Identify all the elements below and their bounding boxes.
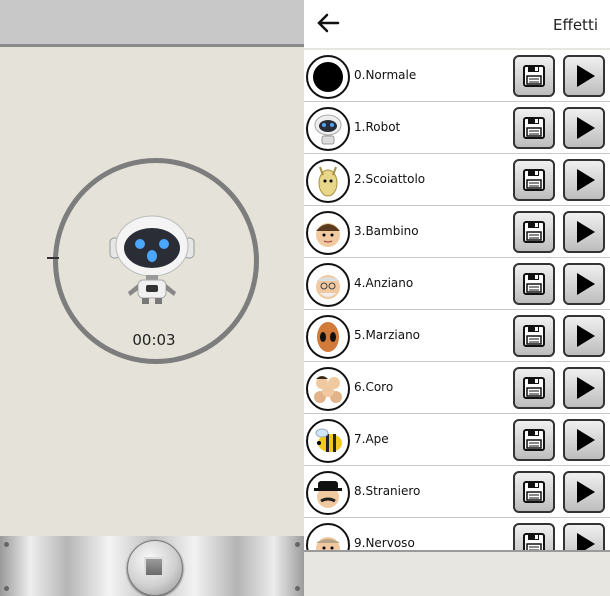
effect-row[interactable]: 7.Ape [304,414,610,466]
play-button[interactable] [563,107,605,149]
save-button[interactable] [513,107,555,149]
effect-row[interactable]: 2.Scoiattolo [304,154,610,206]
effects-header: Effetti [304,0,610,48]
play-button[interactable] [563,211,605,253]
effect-label: 5.Marziano [354,328,421,342]
stop-icon [144,557,164,577]
screw-icon [295,586,300,591]
alien-icon [306,315,350,359]
play-button[interactable] [563,263,605,305]
effect-row[interactable]: 0.Normale [304,50,610,102]
effect-row[interactable]: 1.Robot [304,102,610,154]
save-button[interactable] [513,315,555,357]
effect-label: 8.Straniero [354,484,421,498]
robot-icon [306,107,350,151]
save-button[interactable] [513,367,555,409]
screw-icon [4,542,9,547]
effects-title: Effetti [553,16,598,34]
nervous-icon [306,523,350,550]
effect-row[interactable]: 8.Straniero [304,466,610,518]
foreigner-icon [306,471,350,515]
ring-tick-mark [47,257,59,259]
recorder-top-bar [0,0,304,47]
play-button[interactable] [563,159,605,201]
screw-icon [295,542,300,547]
effects-panel: Effetti 0.Normale 1.Robot 2.Scoiattolo 3.Ba… [304,0,610,596]
save-button[interactable] [513,159,555,201]
effect-label: 2.Scoiattolo [354,172,426,186]
bee-icon [306,419,350,463]
play-button[interactable] [563,471,605,513]
stop-button[interactable] [127,540,183,596]
play-button[interactable] [563,523,605,550]
play-button[interactable] [563,315,605,357]
list-divider [304,550,610,552]
back-arrow-icon[interactable] [316,10,340,36]
old-man-icon [306,263,350,307]
squirrel-icon [306,159,350,203]
save-button[interactable] [513,263,555,305]
effect-label: 3.Bambino [354,224,419,238]
recording-timer: 00:03 [132,331,176,349]
normal-dot-icon [306,55,350,99]
recorder-panel: 00:03 [0,0,304,596]
effect-label: 4.Anziano [354,276,414,290]
effect-row[interactable]: 6.Coro [304,362,610,414]
effect-label: 0.Normale [354,68,417,82]
effect-row[interactable]: 3.Bambino [304,206,610,258]
play-button[interactable] [563,367,605,409]
effect-row[interactable]: 4.Anziano [304,258,610,310]
child-icon [306,211,350,255]
save-button[interactable] [513,211,555,253]
save-button[interactable] [513,523,555,550]
robot-icon [104,208,200,304]
save-button[interactable] [513,55,555,97]
effect-label: 1.Robot [354,120,401,134]
save-button[interactable] [513,471,555,513]
play-button[interactable] [563,55,605,97]
effect-label: 6.Coro [354,380,394,394]
screw-icon [4,586,9,591]
effects-list: 0.Normale 1.Robot 2.Scoiattolo 3.Bambino 4.A… [304,50,610,550]
effect-label: 9.Nervoso [354,536,415,550]
effect-label: 7.Ape [354,432,389,446]
play-button[interactable] [563,419,605,461]
effect-row[interactable]: 9.Nervoso [304,518,610,550]
save-button[interactable] [513,419,555,461]
effect-row[interactable]: 5.Marziano [304,310,610,362]
choir-icon [306,367,350,411]
